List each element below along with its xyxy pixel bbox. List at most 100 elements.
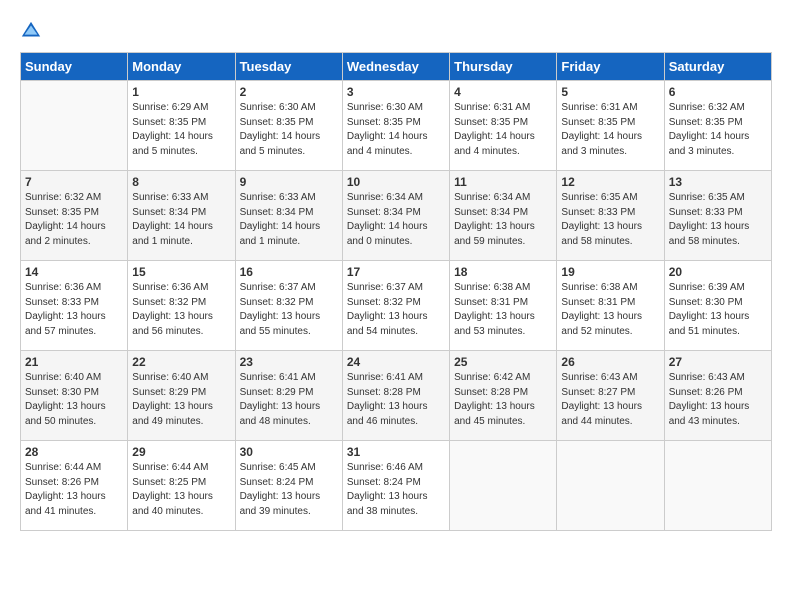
- day-info: Sunrise: 6:30 AM Sunset: 8:35 PM Dayligh…: [240, 101, 338, 159]
- day-number: 31: [347, 445, 445, 459]
- calendar-cell: 10Sunrise: 6:34 AM Sunset: 8:34 PM Dayli…: [342, 171, 449, 261]
- calendar-cell: 15Sunrise: 6:36 AM Sunset: 8:32 PM Dayli…: [128, 261, 235, 351]
- day-info: Sunrise: 6:32 AM Sunset: 8:35 PM Dayligh…: [25, 191, 123, 249]
- weekday-header: Friday: [557, 53, 664, 81]
- day-info: Sunrise: 6:35 AM Sunset: 8:33 PM Dayligh…: [669, 191, 767, 249]
- calendar-cell: 13 Sunrise: 6:35 AM Sunset: 8:33 PM Dayli…: [664, 171, 771, 261]
- day-info: Sunrise: 6:34 AM Sunset: 8:34 PM Dayligh…: [347, 191, 445, 249]
- day-number: 24: [347, 355, 445, 369]
- calendar-cell: 8 Sunrise: 6:33 AM Sunset: 8:34 PM Daylig…: [128, 171, 235, 261]
- calendar-cell: 6Sunrise: 6:32 AM Sunset: 8:35 PM Daylig…: [664, 81, 771, 171]
- calendar-week-row: 28 Sunrise: 6:44 AM Sunset: 8:26 PM Dayli…: [21, 441, 772, 531]
- day-number: 13: [669, 175, 767, 189]
- calendar-cell: 9 Sunrise: 6:33 AM Sunset: 8:34 PM Daylig…: [235, 171, 342, 261]
- calendar-cell: 19 Sunrise: 6:38 AM Sunset: 8:31 PM Dayli…: [557, 261, 664, 351]
- calendar-cell: 11 Sunrise: 6:34 AM Sunset: 8:34 PM Dayli…: [450, 171, 557, 261]
- day-info: Sunrise: 6:31 AM Sunset: 8:35 PM Dayligh…: [454, 101, 552, 159]
- calendar-cell: 16Sunrise: 6:37 AM Sunset: 8:32 PM Dayli…: [235, 261, 342, 351]
- calendar-cell: 17 Sunrise: 6:37 AM Sunset: 8:32 PM Dayli…: [342, 261, 449, 351]
- day-info: Sunrise: 6:41 AM Sunset: 8:28 PM Dayligh…: [347, 371, 445, 429]
- day-number: 6: [669, 85, 767, 99]
- day-number: 5: [561, 85, 659, 99]
- day-info: Sunrise: 6:45 AM Sunset: 8:24 PM Dayligh…: [240, 461, 338, 519]
- calendar-cell: 22 Sunrise: 6:40 AM Sunset: 8:29 PM Dayli…: [128, 351, 235, 441]
- page-header: [20, 20, 772, 42]
- calendar-cell: 29 Sunrise: 6:44 AM Sunset: 8:25 PM Dayli…: [128, 441, 235, 531]
- day-info: Sunrise: 6:40 AM Sunset: 8:29 PM Dayligh…: [132, 371, 230, 429]
- day-info: Sunrise: 6:46 AM Sunset: 8:24 PM Dayligh…: [347, 461, 445, 519]
- weekday-header: Wednesday: [342, 53, 449, 81]
- day-number: 18: [454, 265, 552, 279]
- day-info: Sunrise: 6:43 AM Sunset: 8:26 PM Dayligh…: [669, 371, 767, 429]
- logo-icon: [20, 20, 42, 42]
- calendar-cell: 23 Sunrise: 6:41 AM Sunset: 8:29 PM Dayli…: [235, 351, 342, 441]
- calendar-cell: 30 Sunrise: 6:45 AM Sunset: 8:24 PM Dayli…: [235, 441, 342, 531]
- day-info: Sunrise: 6:44 AM Sunset: 8:26 PM Dayligh…: [25, 461, 123, 519]
- calendar-cell: 5 Sunrise: 6:31 AM Sunset: 8:35 PM Daylig…: [557, 81, 664, 171]
- day-number: 23: [240, 355, 338, 369]
- day-info: Sunrise: 6:34 AM Sunset: 8:34 PM Dayligh…: [454, 191, 552, 249]
- day-info: Sunrise: 6:44 AM Sunset: 8:25 PM Dayligh…: [132, 461, 230, 519]
- calendar-cell: [664, 441, 771, 531]
- weekday-header: Saturday: [664, 53, 771, 81]
- day-number: 28: [25, 445, 123, 459]
- calendar-cell: 25Sunrise: 6:42 AM Sunset: 8:28 PM Dayli…: [450, 351, 557, 441]
- calendar-cell: [557, 441, 664, 531]
- day-info: Sunrise: 6:33 AM Sunset: 8:34 PM Dayligh…: [240, 191, 338, 249]
- day-info: Sunrise: 6:38 AM Sunset: 8:31 PM Dayligh…: [454, 281, 552, 339]
- day-info: Sunrise: 6:31 AM Sunset: 8:35 PM Dayligh…: [561, 101, 659, 159]
- day-info: Sunrise: 6:33 AM Sunset: 8:34 PM Dayligh…: [132, 191, 230, 249]
- day-info: Sunrise: 6:43 AM Sunset: 8:27 PM Dayligh…: [561, 371, 659, 429]
- weekday-header: Monday: [128, 53, 235, 81]
- day-number: 11: [454, 175, 552, 189]
- calendar-cell: [21, 81, 128, 171]
- day-info: Sunrise: 6:37 AM Sunset: 8:32 PM Dayligh…: [240, 281, 338, 339]
- calendar-week-row: 7 Sunrise: 6:32 AM Sunset: 8:35 PM Daylig…: [21, 171, 772, 261]
- day-number: 7: [25, 175, 123, 189]
- weekday-header: Sunday: [21, 53, 128, 81]
- weekday-header: Thursday: [450, 53, 557, 81]
- day-number: 3: [347, 85, 445, 99]
- day-number: 17: [347, 265, 445, 279]
- day-number: 1: [132, 85, 230, 99]
- day-info: Sunrise: 6:30 AM Sunset: 8:35 PM Dayligh…: [347, 101, 445, 159]
- calendar-week-row: 21Sunrise: 6:40 AM Sunset: 8:30 PM Dayli…: [21, 351, 772, 441]
- calendar-cell: 18 Sunrise: 6:38 AM Sunset: 8:31 PM Dayli…: [450, 261, 557, 351]
- calendar-cell: 26 Sunrise: 6:43 AM Sunset: 8:27 PM Dayli…: [557, 351, 664, 441]
- calendar-cell: 24 Sunrise: 6:41 AM Sunset: 8:28 PM Dayli…: [342, 351, 449, 441]
- logo: [20, 20, 46, 42]
- day-number: 22: [132, 355, 230, 369]
- calendar-cell: [450, 441, 557, 531]
- day-info: Sunrise: 6:41 AM Sunset: 8:29 PM Dayligh…: [240, 371, 338, 429]
- day-info: Sunrise: 6:36 AM Sunset: 8:32 PM Dayligh…: [132, 281, 230, 339]
- calendar-cell: 14Sunrise: 6:36 AM Sunset: 8:33 PM Dayli…: [21, 261, 128, 351]
- day-info: Sunrise: 6:40 AM Sunset: 8:30 PM Dayligh…: [25, 371, 123, 429]
- calendar-cell: 31 Sunrise: 6:46 AM Sunset: 8:24 PM Dayli…: [342, 441, 449, 531]
- calendar-cell: 20 Sunrise: 6:39 AM Sunset: 8:30 PM Dayli…: [664, 261, 771, 351]
- calendar-cell: 3 Sunrise: 6:30 AM Sunset: 8:35 PM Daylig…: [342, 81, 449, 171]
- day-number: 29: [132, 445, 230, 459]
- day-info: Sunrise: 6:29 AM Sunset: 8:35 PM Dayligh…: [132, 101, 230, 159]
- calendar-cell: 28 Sunrise: 6:44 AM Sunset: 8:26 PM Dayli…: [21, 441, 128, 531]
- day-number: 27: [669, 355, 767, 369]
- day-number: 8: [132, 175, 230, 189]
- calendar-cell: 4 Sunrise: 6:31 AM Sunset: 8:35 PM Daylig…: [450, 81, 557, 171]
- weekday-header: Tuesday: [235, 53, 342, 81]
- day-info: Sunrise: 6:35 AM Sunset: 8:33 PM Dayligh…: [561, 191, 659, 249]
- day-number: 26: [561, 355, 659, 369]
- calendar-cell: 1 Sunrise: 6:29 AM Sunset: 8:35 PM Daylig…: [128, 81, 235, 171]
- calendar-cell: 2 Sunrise: 6:30 AM Sunset: 8:35 PM Daylig…: [235, 81, 342, 171]
- day-number: 19: [561, 265, 659, 279]
- day-number: 25: [454, 355, 552, 369]
- day-number: 2: [240, 85, 338, 99]
- day-number: 9: [240, 175, 338, 189]
- day-info: Sunrise: 6:39 AM Sunset: 8:30 PM Dayligh…: [669, 281, 767, 339]
- calendar-cell: 21Sunrise: 6:40 AM Sunset: 8:30 PM Dayli…: [21, 351, 128, 441]
- calendar-cell: 12Sunrise: 6:35 AM Sunset: 8:33 PM Dayli…: [557, 171, 664, 261]
- calendar-week-row: 1 Sunrise: 6:29 AM Sunset: 8:35 PM Daylig…: [21, 81, 772, 171]
- day-number: 4: [454, 85, 552, 99]
- day-info: Sunrise: 6:38 AM Sunset: 8:31 PM Dayligh…: [561, 281, 659, 339]
- day-number: 20: [669, 265, 767, 279]
- day-info: Sunrise: 6:37 AM Sunset: 8:32 PM Dayligh…: [347, 281, 445, 339]
- day-number: 30: [240, 445, 338, 459]
